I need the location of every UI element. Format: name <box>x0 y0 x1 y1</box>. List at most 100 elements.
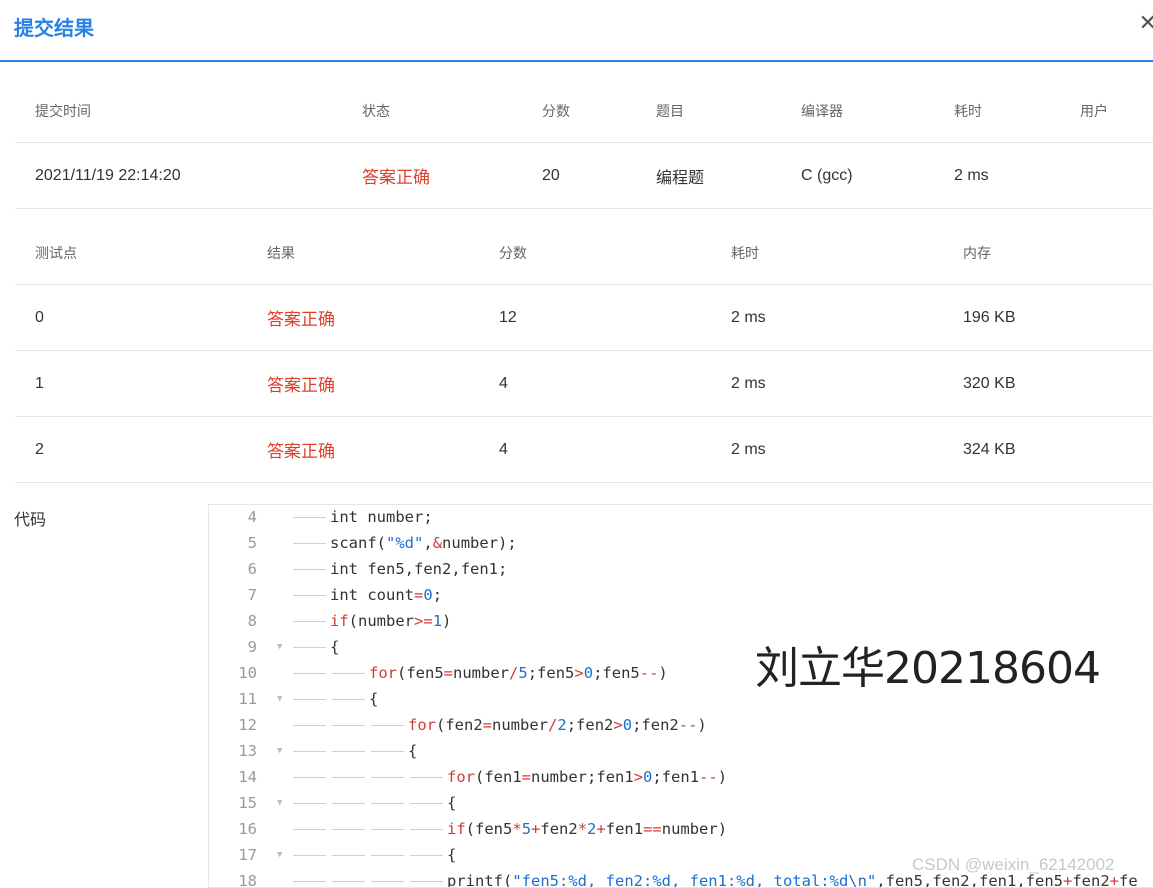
code-line: 15 ▼ { <box>209 790 1153 816</box>
indent-guide <box>410 855 443 856</box>
indent-guide <box>293 647 326 648</box>
line-number: 13 <box>238 742 257 760</box>
line-number: 6 <box>247 560 257 578</box>
indent-guide <box>410 777 443 778</box>
indent-guide <box>293 725 326 726</box>
indent-guide <box>332 777 365 778</box>
line-number: 10 <box>238 664 257 682</box>
testcase-score: 4 <box>499 374 508 392</box>
col-problem: 题目 <box>656 103 684 119</box>
indent-guide <box>293 569 326 570</box>
code-text: scanf("%d",&number); <box>330 534 517 552</box>
submit-time: 2021/11/19 22:14:20 <box>35 166 181 184</box>
code-label: 代码 <box>14 512 47 529</box>
summary-row: 2021/11/19 22:14:20 答案正确 20 编程题 C (gcc) … <box>15 143 1153 209</box>
result-badge: 答案正确 <box>267 310 335 329</box>
summary-table: 提交时间 状态 分数 题目 编译器 耗时 用户 2021/11/19 22:14… <box>15 80 1153 209</box>
code-line: 6 int fen5,fen2,fen1; <box>209 556 1153 582</box>
score: 20 <box>542 166 560 184</box>
table-row: 1 答案正确 4 2 ms 320 KB <box>15 351 1153 417</box>
indent-guide <box>293 803 326 804</box>
col-time: 耗时 <box>731 245 759 261</box>
indent-guide <box>410 803 443 804</box>
testcase-id: 1 <box>35 374 44 392</box>
line-number: 15 <box>238 794 257 812</box>
code-viewer[interactable]: 4 int number; 5 scanf("%d",&number); 6 int fe… <box>208 504 1153 888</box>
indent-guide <box>371 881 404 882</box>
author-watermark: 刘立华20218604 <box>755 643 1101 694</box>
code-line: 8 if(number>=1) <box>209 608 1153 634</box>
indent-guide <box>371 777 404 778</box>
code-text: int count=0; <box>330 586 443 604</box>
code-line: 16 if(fen5*5+fen2*2+fen1==number) <box>209 816 1153 842</box>
code-text: { <box>447 846 457 864</box>
indent-guide <box>371 829 404 830</box>
indent-guide <box>332 881 365 882</box>
testcase-header-row: 测试点 结果 分数 耗时 内存 <box>15 222 1153 285</box>
line-number: 9 <box>247 638 257 656</box>
testcase-time: 2 ms <box>731 374 766 392</box>
code-text: for(fen2=number/2;fen2>0;fen2--) <box>408 716 707 734</box>
code-line: 13 ▼ { <box>209 738 1153 764</box>
indent-guide <box>371 751 404 752</box>
code-line: 5 scanf("%d",&number); <box>209 530 1153 556</box>
fold-toggle-icon[interactable]: ▼ <box>277 746 282 756</box>
line-number: 4 <box>247 508 257 526</box>
indent-guide <box>293 621 326 622</box>
indent-guide <box>332 725 365 726</box>
col-status: 状态 <box>362 103 390 119</box>
line-number: 5 <box>247 534 257 552</box>
csdn-watermark: CSDN @weixin_62142002 <box>912 855 1115 874</box>
indent-guide <box>293 855 326 856</box>
code-line: 7 int count=0; <box>209 582 1153 608</box>
time-used: 2 ms <box>954 166 989 184</box>
summary-header-row: 提交时间 状态 分数 题目 编译器 耗时 用户 <box>15 80 1153 143</box>
indent-guide <box>371 725 404 726</box>
problem[interactable]: 编程题 <box>656 143 704 208</box>
col-memory: 内存 <box>963 245 991 261</box>
line-number: 12 <box>238 716 257 734</box>
indent-guide <box>293 543 326 544</box>
indent-guide <box>293 829 326 830</box>
col-user: 用户 <box>1080 103 1108 119</box>
code-line: 14 for(fen1=number;fen1>0;fen1--) <box>209 764 1153 790</box>
close-icon[interactable]: ✕ <box>1139 10 1153 36</box>
code-text: for(fen5=number/5;fen5>0;fen5--) <box>369 664 668 682</box>
indent-guide <box>293 595 326 596</box>
col-score: 分数 <box>499 245 527 261</box>
col-compiler: 编译器 <box>801 103 843 119</box>
line-number: 16 <box>238 820 257 838</box>
dialog-header: 提交结果 ✕ <box>0 0 1153 62</box>
fold-toggle-icon[interactable]: ▼ <box>277 642 282 652</box>
testcase-memory: 320 KB <box>963 374 1016 392</box>
code-text: if(number>=1) <box>330 612 452 630</box>
fold-toggle-icon[interactable]: ▼ <box>277 798 282 808</box>
col-time: 耗时 <box>954 103 982 119</box>
status-badge: 答案正确 <box>362 168 430 187</box>
col-testcase: 测试点 <box>35 245 77 261</box>
testcase-memory: 324 KB <box>963 440 1016 458</box>
indent-guide <box>332 855 365 856</box>
code-text: { <box>408 742 418 760</box>
code-line: 4 int number; <box>209 505 1153 530</box>
indent-guide <box>332 673 365 674</box>
code-text: for(fen1=number;fen1>0;fen1--) <box>447 768 728 786</box>
line-number: 8 <box>247 612 257 630</box>
testcase-time: 2 ms <box>731 308 766 326</box>
code-text: { <box>330 638 340 656</box>
line-number: 11 <box>238 690 257 708</box>
fold-toggle-icon[interactable]: ▼ <box>277 850 282 860</box>
code-text: { <box>447 794 457 812</box>
indent-guide <box>371 803 404 804</box>
dialog-title: 提交结果 <box>14 18 94 40</box>
result-badge: 答案正确 <box>267 376 335 395</box>
line-number: 14 <box>238 768 257 786</box>
testcase-time: 2 ms <box>731 440 766 458</box>
table-row: 2 答案正确 4 2 ms 324 KB <box>15 417 1153 483</box>
code-line: 12 for(fen2=number/2;fen2>0;fen2--) <box>209 712 1153 738</box>
table-row: 0 答案正确 12 2 ms 196 KB <box>15 285 1153 351</box>
col-score: 分数 <box>542 103 570 119</box>
code-text: { <box>369 690 379 708</box>
indent-guide <box>293 881 326 882</box>
fold-toggle-icon[interactable]: ▼ <box>277 694 282 704</box>
